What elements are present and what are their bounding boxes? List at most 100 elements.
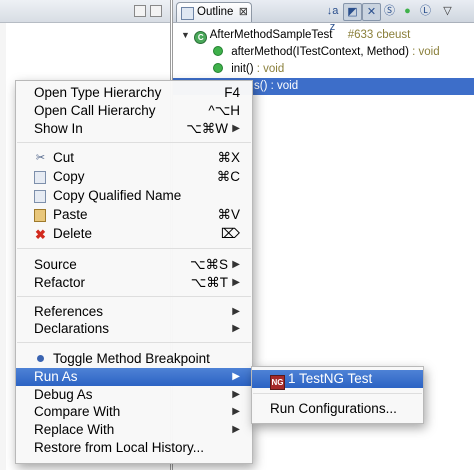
menu-item-label: Debug As [34, 387, 93, 402]
menu-separator [17, 342, 251, 343]
menu-item-copy-qualified-name[interactable]: Copy Qualified Name [16, 187, 252, 205]
menu-item-restore-from-local-history[interactable]: Restore from Local History... [16, 439, 252, 457]
submenu-item-run-configurations[interactable]: Run Configurations... [252, 400, 423, 418]
menu-item-declarations[interactable]: Declarations ▶ [16, 320, 252, 338]
menu-item-shortcut: ⌘V [217, 207, 240, 222]
maximize-icon[interactable] [150, 5, 162, 17]
menu-item-label: Cut [53, 150, 75, 165]
menu-item-refactor[interactable]: Refactor ⌥⌘T ▶ [16, 274, 252, 292]
editor-gutter [0, 23, 6, 470]
close-icon[interactable]: ⊠ [239, 3, 248, 22]
submenu-item-testng-test[interactable]: NG 1 TestNG Test [252, 370, 423, 390]
menu-item-label: Copy Qualified Name [53, 188, 182, 203]
method-name: s() : void [254, 80, 299, 92]
menu-item-label: Replace With [34, 422, 115, 437]
context-menu: Open Type Hierarchy F4 Open Call Hierarc… [15, 80, 253, 464]
method-return: : void [408, 46, 440, 58]
tree-class-row[interactable]: ▼ C AfterMethodSampleTest #633 cbeust [181, 27, 410, 44]
copy-qualified-icon [34, 190, 46, 203]
menu-separator [253, 393, 422, 394]
menu-item-show-in[interactable]: Show In ⌥⌘W ▶ [16, 120, 252, 138]
submenu-arrow-icon: ▶ [232, 406, 240, 417]
delete-icon: ✖ [35, 227, 46, 242]
menu-item-copy[interactable]: Copy ⌘C [16, 168, 252, 186]
class-icon: C [194, 31, 208, 44]
expand-triangle-icon[interactable]: ▼ [181, 27, 191, 44]
tree-method-row[interactable]: init() : void [213, 61, 284, 78]
menu-item-label: Run Configurations... [270, 401, 397, 416]
menu-item-source[interactable]: Source ⌥⌘S ▶ [16, 256, 252, 274]
outline-tab-label: Outline [197, 6, 234, 18]
run-as-submenu: NG 1 TestNG Test Run Configurations... [251, 366, 424, 424]
menu-item-debug-as[interactable]: Debug As ▶ [16, 386, 252, 404]
menu-item-label: Show In [34, 121, 83, 136]
submenu-arrow-icon: ▶ [232, 306, 240, 317]
hide-fields-icon[interactable]: ◩ [343, 3, 362, 21]
submenu-arrow-icon: ▶ [232, 371, 240, 382]
menu-item-paste[interactable]: Paste ⌘V [16, 206, 252, 224]
menu-item-label: Delete [53, 226, 93, 241]
hide-nonpublic-icon[interactable]: Ⓢ [381, 3, 398, 19]
method-return: : void [253, 63, 285, 75]
editor-tabbar [0, 0, 170, 23]
menu-item-shortcut: F4 [224, 85, 240, 100]
menu-item-replace-with[interactable]: Replace With ▶ [16, 421, 252, 439]
menu-item-shortcut: ⌘C [216, 169, 240, 184]
menu-item-label: References [34, 304, 104, 319]
menu-item-label: Open Call Hierarchy [34, 103, 156, 118]
menu-item-label: Open Type Hierarchy [34, 85, 162, 100]
menu-item-delete[interactable]: ✖ Delete ⌦ [16, 225, 252, 243]
submenu-arrow-icon: ▶ [232, 259, 240, 270]
public-method-icon [213, 46, 223, 56]
breakpoint-icon [37, 355, 44, 362]
hide-static-icon[interactable]: ✕ [362, 3, 381, 21]
menu-item-shortcut: ⌦ [220, 226, 240, 241]
public-method-icon [213, 63, 223, 73]
method-name: afterMethod(ITestContext, Method) [231, 46, 409, 58]
menu-item-shortcut: ⌥⌘T [190, 275, 228, 290]
testng-icon: NG [270, 375, 285, 390]
menu-item-label: Compare With [34, 404, 121, 419]
submenu-arrow-icon: ▶ [232, 424, 240, 435]
sort-icon[interactable]: ↓a z [324, 3, 341, 33]
menu-item-shortcut: ^⌥H [208, 103, 240, 118]
menu-item-label: Refactor [34, 275, 86, 290]
menu-separator [17, 296, 251, 297]
submenu-arrow-icon: ▶ [232, 323, 240, 334]
menu-item-toggle-method-breakpoint[interactable]: Toggle Method Breakpoint [16, 350, 252, 368]
menu-item-label: Source [34, 257, 77, 272]
class-name: AfterMethodSampleTest [209, 29, 333, 41]
menu-item-cut[interactable]: ✂ Cut ⌘X [16, 149, 252, 167]
menu-item-label: Copy [53, 169, 85, 184]
menu-item-references[interactable]: References ▶ [16, 303, 252, 321]
menu-item-shortcut: ⌘X [217, 150, 240, 165]
menu-item-shortcut: ⌥⌘S [189, 257, 228, 272]
menu-item-label: NG 1 TestNG Test [270, 370, 372, 390]
menu-item-shortcut: ⌥⌘W [186, 121, 228, 136]
copy-icon [34, 171, 46, 184]
menu-item-open-call-hierarchy[interactable]: Open Call Hierarchy ^⌥H [16, 102, 252, 120]
menu-item-compare-with[interactable]: Compare With ▶ [16, 403, 252, 421]
tree-method-row[interactable]: afterMethod(ITestContext, Method) : void [213, 44, 440, 61]
view-menu-icon[interactable]: ▽ [439, 3, 456, 19]
scissors-icon: ✂ [35, 152, 46, 164]
paste-icon [34, 209, 46, 222]
outline-icon [181, 7, 194, 20]
menu-item-open-type-hierarchy[interactable]: Open Type Hierarchy F4 [16, 84, 252, 102]
outline-tabbar: Outline ⊠ ↓a z ◩ ✕ Ⓢ ● Ⓛ ▽ [173, 0, 474, 33]
menu-separator [17, 142, 251, 143]
hide-local-types-icon[interactable]: ● [399, 3, 416, 19]
menu-separator [17, 248, 251, 249]
submenu-arrow-icon: ▶ [232, 277, 240, 288]
menu-item-label: Run As [34, 369, 78, 384]
menu-item-label: Restore from Local History... [34, 440, 205, 455]
submenu-arrow-icon: ▶ [232, 123, 240, 134]
submenu-item-text: 1 TestNG Test [288, 371, 373, 386]
tab-outline[interactable]: Outline ⊠ [176, 2, 252, 22]
minimize-icon[interactable] [134, 5, 146, 17]
menu-item-label: Toggle Method Breakpoint [53, 351, 210, 366]
submenu-arrow-icon: ▶ [232, 389, 240, 400]
link-editor-icon[interactable]: Ⓛ [417, 3, 434, 19]
menu-item-run-as[interactable]: Run As ▶ [16, 368, 252, 386]
menu-item-label: Paste [53, 207, 88, 222]
